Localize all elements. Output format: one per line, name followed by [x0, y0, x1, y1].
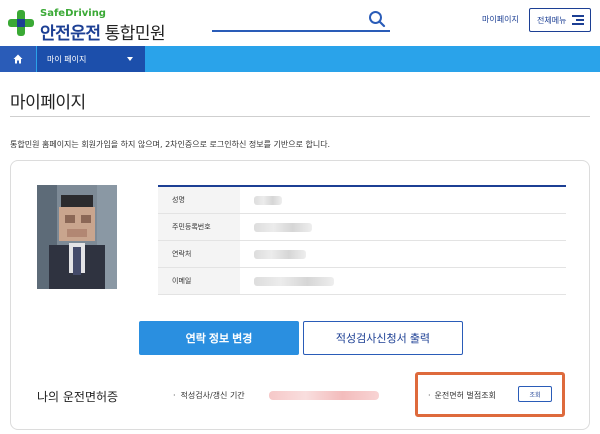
bullet-icon: ·	[428, 391, 431, 400]
aptitude-period: · 적성검사/갱신 기간	[173, 390, 245, 401]
page-title: 마이페이지	[10, 93, 86, 113]
redacted-value	[254, 276, 334, 286]
nav-bar: 마이 페이지	[0, 46, 600, 72]
nav-dropdown-label: 마이 페이지	[47, 54, 87, 64]
row-label-contact: 연락처	[158, 241, 240, 267]
redacted-value	[254, 222, 312, 232]
license-section-title: 나의 운전면허증	[37, 390, 119, 404]
home-icon	[13, 54, 23, 64]
logo-suffix: 통합민원	[104, 24, 166, 44]
row-value-contact	[240, 241, 566, 267]
row-value-name	[240, 187, 566, 213]
row-label-email: 이메일	[158, 268, 240, 294]
logo-brand: 안전운전	[40, 24, 101, 44]
penalty-lookup-button[interactable]: 조회	[518, 386, 552, 402]
all-menu-button[interactable]: 전체메뉴	[529, 8, 591, 32]
profile-photo	[37, 185, 117, 289]
nav-dropdown-mypage[interactable]: 마이 페이지	[37, 46, 145, 72]
site-logo[interactable]: SafeDriving 안전운전 통합민원	[8, 6, 168, 44]
title-divider	[10, 116, 590, 117]
all-menu-label: 전체메뉴	[537, 15, 567, 25]
page-intro: 통합민원 홈페이지는 회원가입을 하지 않으며, 2차인증으로 로그인하신 정보…	[10, 140, 331, 149]
redacted-period-value	[269, 391, 379, 400]
hamburger-icon	[572, 15, 584, 25]
logo-english: SafeDriving	[40, 8, 106, 19]
profile-info-table: 성명 주민등록번호 연락처 이메일	[158, 185, 566, 295]
logo-cross-icon	[8, 10, 34, 36]
change-contact-button[interactable]: 연락 정보 변경	[139, 321, 299, 355]
table-row: 성명	[158, 187, 566, 214]
print-aptitude-form-button[interactable]: 적성검사신청서 출력	[303, 321, 463, 355]
table-row: 이메일	[158, 268, 566, 295]
row-value-resident-number	[240, 214, 566, 240]
logo-korean: 안전운전 통합민원	[40, 19, 166, 44]
aptitude-period-label: 적성검사/갱신 기간	[180, 391, 245, 400]
site-header: SafeDriving 안전운전 통합민원 마이페이지 전체메뉴	[0, 0, 600, 46]
penalty-lookup: · 운전면허 벌점조회	[428, 390, 496, 401]
home-button[interactable]	[0, 46, 36, 72]
search-icon[interactable]	[368, 10, 386, 28]
row-label-resident-number: 주민등록번호	[158, 214, 240, 240]
redacted-value	[254, 249, 306, 259]
profile-card: 성명 주민등록번호 연락처 이메일 연락 정보 변경 적성검사신청서 출력 나의…	[10, 160, 590, 430]
redacted-value	[254, 195, 282, 205]
table-row: 연락처	[158, 241, 566, 268]
table-row: 주민등록번호	[158, 214, 566, 241]
penalty-lookup-label: 운전면허 벌점조회	[434, 391, 496, 400]
mypage-link[interactable]: 마이페이지	[482, 14, 519, 25]
row-value-email	[240, 268, 566, 294]
bullet-icon: ·	[173, 391, 176, 400]
penalty-lookup-box: · 운전면허 벌점조회 조회	[415, 372, 565, 417]
search-input[interactable]	[212, 10, 390, 32]
row-label-name: 성명	[158, 187, 240, 213]
chevron-down-icon	[127, 57, 133, 61]
